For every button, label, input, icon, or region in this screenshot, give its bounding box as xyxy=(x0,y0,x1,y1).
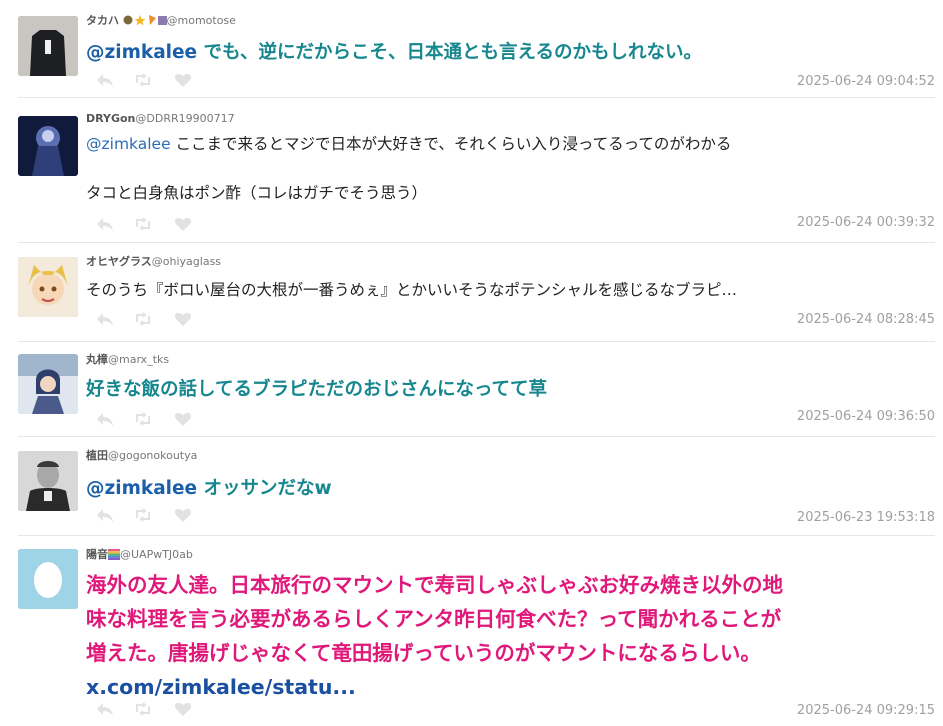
reply-icon[interactable] xyxy=(96,411,114,427)
tweet-text: 好きな飯の話してるブラピただのおじさんになってて草 xyxy=(86,379,548,400)
display-name[interactable]: 陽音 xyxy=(86,548,108,561)
tweet-text-line-2: タコと白身魚はポン酢（コレはガチでそう思う） xyxy=(86,184,428,202)
user-handle[interactable]: @DDRR19900717 xyxy=(135,112,234,125)
tweet-header: 丸樟@marx_tks xyxy=(86,353,169,367)
reply-icon[interactable] xyxy=(96,216,114,232)
tweet-text: @zimkalee でも、逆にだからこそ、日本通とも言えるのかもしれない。 xyxy=(86,38,927,64)
user-handle[interactable]: @ohiyaglass xyxy=(152,255,221,268)
tweet-header: タカハ @momotose xyxy=(86,14,236,30)
tweet-header: オヒヤグラス@ohiyaglass xyxy=(86,255,221,269)
retweet-icon[interactable] xyxy=(134,507,152,523)
status-link[interactable]: x.com/zimkalee/statu... xyxy=(86,670,927,704)
mention-link[interactable]: @zimkalee xyxy=(86,478,197,499)
avatar-image xyxy=(18,549,78,609)
user-handle[interactable]: @momotose xyxy=(167,14,236,27)
timestamp[interactable]: 2025-06-24 08:28:45 xyxy=(797,312,935,327)
avatar-image xyxy=(18,257,78,317)
like-icon[interactable] xyxy=(174,311,192,327)
avatar[interactable] xyxy=(18,354,78,414)
display-name[interactable]: オヒヤグラス xyxy=(86,255,152,268)
tweet-actions xyxy=(96,216,206,232)
flag-icon xyxy=(108,549,120,564)
like-icon[interactable] xyxy=(174,72,192,88)
retweet-icon[interactable] xyxy=(134,701,152,717)
retweet-icon[interactable] xyxy=(134,311,152,327)
tweet-text: そのうち『ボロい屋台の大根が一番うめぇ』とかいいそうなポテンシャルを感じるなブラ… xyxy=(86,281,738,299)
reply-icon[interactable] xyxy=(96,72,114,88)
tweet: タカハ @momotose @zimkalee でも、逆にだからこそ、日本通とも… xyxy=(0,0,935,98)
user-handle[interactable]: @marx_tks xyxy=(108,353,169,366)
tweet-body: オッサンだなw xyxy=(197,478,332,499)
tweet-actions xyxy=(96,311,206,327)
like-icon[interactable] xyxy=(174,507,192,523)
retweet-icon[interactable] xyxy=(134,216,152,232)
reply-icon[interactable] xyxy=(96,701,114,717)
timestamp[interactable]: 2025-06-24 09:29:15 xyxy=(797,703,935,718)
tweet: オヒヤグラス@ohiyaglass そのうち『ボロい屋台の大根が一番うめぇ』とか… xyxy=(0,243,935,342)
tweet: 陽音 @UAPwTJ0ab 海外の友人達。日本旅行のマウントで寿司しゃぶしゃぶお好… xyxy=(0,536,935,726)
tweet-header: 植田@gogonokoutya xyxy=(86,449,197,463)
reply-icon[interactable] xyxy=(96,507,114,523)
avatar[interactable] xyxy=(18,257,78,317)
tweet-text: 海外の友人達。日本旅行のマウントで寿司しゃぶしゃぶお好み焼き以外の地 味な料理を… xyxy=(86,568,927,704)
avatar[interactable] xyxy=(18,451,78,511)
tweet-actions xyxy=(96,507,206,523)
display-name[interactable]: DRYGon xyxy=(86,112,135,125)
tweet-text-line: 味な料理を言う必要があるらしくアンタ昨日何食べた？って聞かれることが xyxy=(86,607,782,631)
user-handle[interactable]: @UAPwTJ0ab xyxy=(120,548,193,561)
avatar[interactable] xyxy=(18,116,78,176)
tweet-text: @zimkalee オッサンだなw xyxy=(86,474,927,500)
tweet-text-line: 海外の友人達。日本旅行のマウントで寿司しゃぶしゃぶお好み焼き以外の地 xyxy=(86,573,783,597)
timestamp[interactable]: 2025-06-23 19:53:18 xyxy=(797,510,935,525)
timestamp[interactable]: 2025-06-24 09:36:50 xyxy=(797,409,935,424)
tweet-text: @zimkalee ここまで来るとマジで日本が大好きで、それくらい入り浸ってるっ… xyxy=(86,132,927,156)
tweet-header: DRYGon@DDRR19900717 xyxy=(86,112,235,126)
tweet: DRYGon@DDRR19900717 @zimkalee ここまで来るとマジで… xyxy=(0,98,935,243)
emoji-icon xyxy=(123,14,167,30)
tweet-text-line: 増えた。唐揚げじゃなくて竜田揚げっていうのがマウントになるらしい。 xyxy=(86,641,761,665)
timestamp[interactable]: 2025-06-24 00:39:32 xyxy=(797,215,935,230)
user-handle[interactable]: @gogonokoutya xyxy=(108,449,197,462)
tweet-actions xyxy=(96,411,206,427)
avatar[interactable] xyxy=(18,16,78,76)
avatar-image xyxy=(18,116,78,176)
tweet-body: でも、逆にだからこそ、日本通とも言えるのかもしれない。 xyxy=(197,42,702,63)
reply-icon[interactable] xyxy=(96,311,114,327)
avatar-image xyxy=(18,16,78,76)
retweet-icon[interactable] xyxy=(134,72,152,88)
avatar-image xyxy=(18,354,78,414)
mention-link[interactable]: @zimkalee xyxy=(86,42,197,63)
like-icon[interactable] xyxy=(174,701,192,717)
tweet-body: ここまで来るとマジで日本が大好きで、それくらい入り浸ってるってのがわかる xyxy=(170,135,732,153)
timestamp[interactable]: 2025-06-24 09:04:52 xyxy=(797,74,935,89)
retweet-icon[interactable] xyxy=(134,411,152,427)
avatar[interactable] xyxy=(18,549,78,609)
tweet: 植田@gogonokoutya @zimkalee オッサンだなw 2025-0… xyxy=(0,437,935,536)
tweet: 丸樟@marx_tks 好きな飯の話してるブラピただのおじさんになってて草 20… xyxy=(0,342,935,437)
tweet-actions xyxy=(96,72,206,88)
tweet-header: 陽音 @UAPwTJ0ab xyxy=(86,548,193,564)
tweet-actions xyxy=(96,701,206,717)
like-icon[interactable] xyxy=(174,411,192,427)
display-name[interactable]: 植田 xyxy=(86,449,108,462)
display-name[interactable]: タカハ xyxy=(86,14,119,27)
like-icon[interactable] xyxy=(174,216,192,232)
tweet-feed: タカハ @momotose @zimkalee でも、逆にだからこそ、日本通とも… xyxy=(0,0,943,726)
display-name[interactable]: 丸樟 xyxy=(86,353,108,366)
mention-link[interactable]: @zimkalee xyxy=(86,135,171,153)
avatar-image xyxy=(18,451,78,511)
